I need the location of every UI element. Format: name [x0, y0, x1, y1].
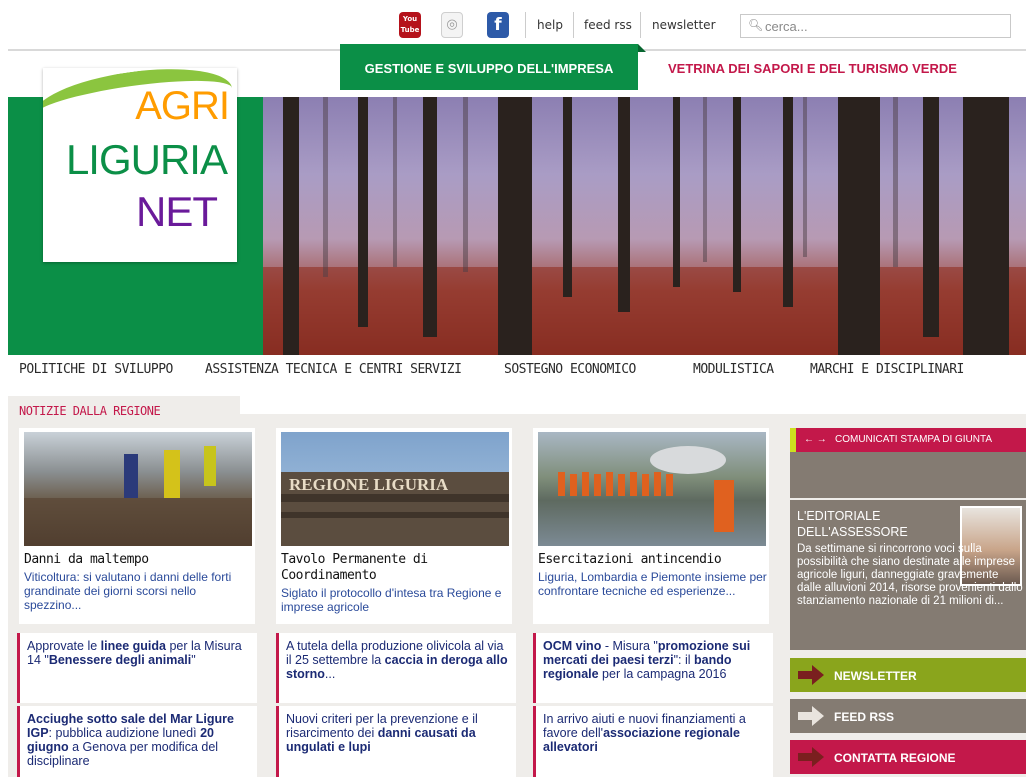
news-list-item[interactable]: A tutela della produzione olivicola al v… [276, 633, 516, 703]
news-text: ... [324, 667, 336, 681]
newsletter-link[interactable]: newsletter [652, 18, 716, 32]
logo-text-agri: AGRI [135, 84, 230, 128]
rss-feed-icon[interactable]: ◎ [441, 12, 463, 38]
news-text: - Misura " [601, 639, 658, 653]
comunicati-stampa-header[interactable]: ← → COMUNICATI STAMPA DI GIUNTA [790, 428, 1026, 452]
search-input[interactable] [765, 17, 1005, 35]
news-card[interactable]: REGIONE LIGURIA Tavolo Permanente di Coo… [276, 428, 512, 624]
news-text: " [191, 653, 196, 667]
news-highlight: Benessere degli animali [48, 653, 192, 667]
tab-gestione-impresa[interactable]: GESTIONE E SVILUPPO DELL'IMPRESA [340, 44, 646, 90]
forest-illustration [263, 97, 1026, 355]
news-list-item[interactable]: Acciughe sotto sale del Mar Ligure IGP: … [17, 706, 257, 777]
photo-graphic [558, 446, 734, 532]
news-list-item[interactable]: Approvate le linee guida per la Misura 1… [17, 633, 257, 703]
divider [573, 12, 574, 38]
arrow-right-icon [798, 665, 824, 685]
news-text: Approvate le [27, 639, 101, 653]
hero-image [263, 97, 1026, 355]
feed-rss-button[interactable]: FEED RSS [790, 699, 1026, 733]
news-card[interactable]: Danni da maltempo Viticoltura: si valuta… [19, 428, 255, 624]
news-text: per la campagna 2016 [598, 667, 727, 681]
nav-assistenza-tecnica[interactable]: ASSISTENZA TECNICA E CENTRI SERVIZI [205, 362, 462, 377]
arrow-right-icon [798, 706, 824, 726]
nav-marchi-disciplinari[interactable]: MARCHI E DISCIPLINARI [810, 362, 964, 377]
news-text: ": il [673, 653, 695, 667]
facebook-icon[interactable]: f [487, 12, 509, 38]
photo-graphic: REGIONE LIGURIA [281, 472, 509, 546]
arrow-right-icon [798, 747, 824, 767]
divider [640, 12, 641, 38]
youtube-label: You Tube [400, 15, 420, 34]
news-list-item[interactable]: Nuovi criteri per la prevenzione e il ri… [276, 706, 516, 777]
nav-modulistica[interactable]: MODULISTICA [693, 362, 774, 377]
editorial-box[interactable]: L'EDITORIALE DELL'ASSESSORE Da settimane… [790, 500, 1026, 650]
arrow-nav-icon[interactable]: ← → [804, 428, 827, 452]
news-card-text: Liguria, Lombardia e Piemonte insieme pe… [538, 570, 767, 598]
news-photo-regione-liguria: REGIONE LIGURIA [281, 432, 509, 546]
help-link[interactable]: help [537, 18, 563, 32]
news-card-text: Viticoltura: si valutano i danni delle f… [24, 570, 232, 612]
search-icon[interactable]: 🔍︎ [748, 18, 763, 32]
news-card-title[interactable]: Danni da maltempo [24, 552, 252, 568]
tab-vetrina-sapori[interactable]: VETRINA DEI SAPORI E DEL TURISMO VERDE [668, 61, 957, 76]
nav-sostegno-economico[interactable]: SOSTEGNO ECONOMICO [504, 362, 636, 377]
comunicati-label: COMUNICATI STAMPA DI GIUNTA [835, 434, 993, 445]
divider [525, 12, 526, 38]
news-card-text: Siglato il protocollo d'intesa tra Regio… [281, 586, 502, 614]
agriliguria-logo[interactable]: AGRI LIGURIA NET [43, 68, 237, 262]
news-highlight: linee guida [100, 639, 166, 653]
logo-text-net: NET [136, 188, 218, 235]
news-list-item[interactable]: In arrivo aiuti e nuovi finanziamenti a … [533, 706, 773, 777]
accent-bar [790, 428, 796, 452]
contatta-regione-button-label: CONTATTA REGIONE [834, 751, 956, 765]
editorial-text: Da settimane si rincorrono voci sulla po… [797, 543, 1023, 607]
news-photo-storm-damage [24, 432, 252, 546]
youtube-icon[interactable]: You Tube [399, 12, 421, 38]
news-section-title: NOTIZIE DALLA REGIONE [19, 404, 161, 418]
nav-politiche-sviluppo[interactable]: POLITICHE DI SVILUPPO [19, 362, 173, 377]
news-list-item[interactable]: OCM vino - Misura "promozione sui mercat… [533, 633, 773, 703]
newsletter-button-label: NEWSLETTER [834, 669, 917, 683]
news-photo-firefighters [538, 432, 766, 546]
logo-text-liguria: LIGURIA [65, 136, 228, 183]
feed-rss-button-label: FEED RSS [834, 710, 895, 724]
news-highlight: OCM vino [543, 639, 602, 653]
newsletter-button[interactable]: NEWSLETTER [790, 658, 1026, 692]
regione-liguria-sign: REGIONE LIGURIA [289, 475, 449, 494]
editorial-title: L'EDITORIALE DELL'ASSESSORE [797, 509, 908, 539]
feed-rss-link[interactable]: feed rss [584, 18, 632, 32]
news-card-title[interactable]: Esercitazioni antincendio [538, 552, 766, 568]
news-text: : pubblica audizione lunedì [48, 726, 201, 740]
news-card-title[interactable]: Tavolo Permanente di Coordinamento [281, 552, 509, 584]
search-box: 🔍︎ [740, 14, 1011, 38]
comunicati-panel [790, 452, 1026, 498]
photo-graphic [24, 446, 252, 546]
news-card[interactable]: Esercitazioni antincendio Liguria, Lomba… [533, 428, 769, 624]
contatta-regione-button[interactable]: CONTATTA REGIONE [790, 740, 1026, 774]
